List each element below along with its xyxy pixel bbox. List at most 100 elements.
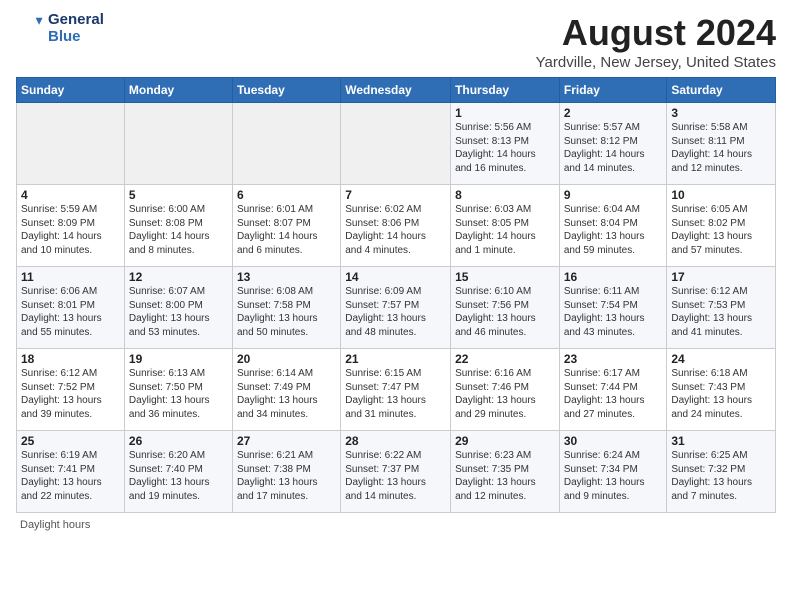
- calendar-cell: 19Sunrise: 6:13 AM Sunset: 7:50 PM Dayli…: [124, 349, 232, 431]
- calendar-cell: 12Sunrise: 6:07 AM Sunset: 8:00 PM Dayli…: [124, 267, 232, 349]
- calendar-cell: 15Sunrise: 6:10 AM Sunset: 7:56 PM Dayli…: [451, 267, 560, 349]
- page-subtitle: Yardville, New Jersey, United States: [536, 54, 776, 71]
- day-number: 29: [455, 434, 555, 448]
- calendar-cell: 27Sunrise: 6:21 AM Sunset: 7:38 PM Dayli…: [232, 431, 340, 513]
- day-number: 25: [21, 434, 120, 448]
- day-info: Sunrise: 6:13 AM Sunset: 7:50 PM Dayligh…: [129, 367, 228, 421]
- day-info: Sunrise: 6:09 AM Sunset: 7:57 PM Dayligh…: [345, 285, 446, 339]
- day-number: 17: [671, 270, 771, 284]
- day-info: Sunrise: 6:15 AM Sunset: 7:47 PM Dayligh…: [345, 367, 446, 421]
- calendar-cell: 10Sunrise: 6:05 AM Sunset: 8:02 PM Dayli…: [667, 185, 776, 267]
- day-info: Sunrise: 6:04 AM Sunset: 8:04 PM Dayligh…: [564, 203, 663, 257]
- calendar-cell: 3Sunrise: 5:58 AM Sunset: 8:11 PM Daylig…: [667, 103, 776, 185]
- day-number: 22: [455, 352, 555, 366]
- day-number: 12: [129, 270, 228, 284]
- calendar-cell: 2Sunrise: 5:57 AM Sunset: 8:12 PM Daylig…: [559, 103, 667, 185]
- day-number: 26: [129, 434, 228, 448]
- calendar-day-header: Monday: [124, 78, 232, 103]
- calendar-table: SundayMondayTuesdayWednesdayThursdayFrid…: [16, 77, 776, 513]
- day-number: 6: [237, 188, 336, 202]
- day-info: Sunrise: 6:06 AM Sunset: 8:01 PM Dayligh…: [21, 285, 120, 339]
- day-number: 24: [671, 352, 771, 366]
- calendar-day-header: Friday: [559, 78, 667, 103]
- day-info: Sunrise: 6:25 AM Sunset: 7:32 PM Dayligh…: [671, 449, 771, 503]
- day-info: Sunrise: 6:03 AM Sunset: 8:05 PM Dayligh…: [455, 203, 555, 257]
- calendar-day-header: Sunday: [17, 78, 125, 103]
- calendar-cell: 28Sunrise: 6:22 AM Sunset: 7:37 PM Dayli…: [341, 431, 451, 513]
- calendar-cell: 26Sunrise: 6:20 AM Sunset: 7:40 PM Dayli…: [124, 431, 232, 513]
- calendar-week-row: 25Sunrise: 6:19 AM Sunset: 7:41 PM Dayli…: [17, 431, 776, 513]
- day-info: Sunrise: 6:18 AM Sunset: 7:43 PM Dayligh…: [671, 367, 771, 421]
- calendar-day-header: Tuesday: [232, 78, 340, 103]
- day-info: Sunrise: 6:02 AM Sunset: 8:06 PM Dayligh…: [345, 203, 446, 257]
- calendar-cell: 11Sunrise: 6:06 AM Sunset: 8:01 PM Dayli…: [17, 267, 125, 349]
- day-info: Sunrise: 6:23 AM Sunset: 7:35 PM Dayligh…: [455, 449, 555, 503]
- calendar-cell: 17Sunrise: 6:12 AM Sunset: 7:53 PM Dayli…: [667, 267, 776, 349]
- day-number: 2: [564, 106, 663, 120]
- day-info: Sunrise: 5:57 AM Sunset: 8:12 PM Dayligh…: [564, 121, 663, 175]
- calendar-cell: 23Sunrise: 6:17 AM Sunset: 7:44 PM Dayli…: [559, 349, 667, 431]
- day-number: 27: [237, 434, 336, 448]
- calendar-cell: 1Sunrise: 5:56 AM Sunset: 8:13 PM Daylig…: [451, 103, 560, 185]
- day-info: Sunrise: 6:12 AM Sunset: 7:53 PM Dayligh…: [671, 285, 771, 339]
- day-number: 9: [564, 188, 663, 202]
- calendar-cell: 20Sunrise: 6:14 AM Sunset: 7:49 PM Dayli…: [232, 349, 340, 431]
- day-number: 14: [345, 270, 446, 284]
- calendar-week-row: 4Sunrise: 5:59 AM Sunset: 8:09 PM Daylig…: [17, 185, 776, 267]
- calendar-cell: 16Sunrise: 6:11 AM Sunset: 7:54 PM Dayli…: [559, 267, 667, 349]
- day-info: Sunrise: 6:10 AM Sunset: 7:56 PM Dayligh…: [455, 285, 555, 339]
- day-number: 19: [129, 352, 228, 366]
- day-info: Sunrise: 6:16 AM Sunset: 7:46 PM Dayligh…: [455, 367, 555, 421]
- calendar-day-header: Wednesday: [341, 78, 451, 103]
- calendar-cell: [124, 103, 232, 185]
- day-number: 28: [345, 434, 446, 448]
- daylight-hours-label: Daylight hours: [20, 519, 90, 531]
- calendar-cell: 31Sunrise: 6:25 AM Sunset: 7:32 PM Dayli…: [667, 431, 776, 513]
- day-info: Sunrise: 5:58 AM Sunset: 8:11 PM Dayligh…: [671, 121, 771, 175]
- calendar-cell: [232, 103, 340, 185]
- calendar-cell: 24Sunrise: 6:18 AM Sunset: 7:43 PM Dayli…: [667, 349, 776, 431]
- day-number: 4: [21, 188, 120, 202]
- day-number: 5: [129, 188, 228, 202]
- day-info: Sunrise: 6:20 AM Sunset: 7:40 PM Dayligh…: [129, 449, 228, 503]
- day-info: Sunrise: 6:14 AM Sunset: 7:49 PM Dayligh…: [237, 367, 336, 421]
- calendar-cell: 29Sunrise: 6:23 AM Sunset: 7:35 PM Dayli…: [451, 431, 560, 513]
- calendar-day-header: Thursday: [451, 78, 560, 103]
- calendar-cell: 7Sunrise: 6:02 AM Sunset: 8:06 PM Daylig…: [341, 185, 451, 267]
- day-number: 18: [21, 352, 120, 366]
- calendar-cell: 8Sunrise: 6:03 AM Sunset: 8:05 PM Daylig…: [451, 185, 560, 267]
- day-number: 11: [21, 270, 120, 284]
- calendar-cell: 18Sunrise: 6:12 AM Sunset: 7:52 PM Dayli…: [17, 349, 125, 431]
- day-info: Sunrise: 6:01 AM Sunset: 8:07 PM Dayligh…: [237, 203, 336, 257]
- day-info: Sunrise: 5:59 AM Sunset: 8:09 PM Dayligh…: [21, 203, 120, 257]
- logo: General Blue: [16, 12, 104, 45]
- day-info: Sunrise: 6:22 AM Sunset: 7:37 PM Dayligh…: [345, 449, 446, 503]
- day-number: 21: [345, 352, 446, 366]
- calendar-cell: 25Sunrise: 6:19 AM Sunset: 7:41 PM Dayli…: [17, 431, 125, 513]
- logo-text-general: General: [48, 12, 104, 29]
- calendar-cell: 22Sunrise: 6:16 AM Sunset: 7:46 PM Dayli…: [451, 349, 560, 431]
- day-info: Sunrise: 6:17 AM Sunset: 7:44 PM Dayligh…: [564, 367, 663, 421]
- day-info: Sunrise: 5:56 AM Sunset: 8:13 PM Dayligh…: [455, 121, 555, 175]
- calendar-cell: 9Sunrise: 6:04 AM Sunset: 8:04 PM Daylig…: [559, 185, 667, 267]
- page-title: August 2024: [536, 12, 776, 54]
- page-header: General Blue August 2024 Yardville, New …: [16, 12, 776, 71]
- day-number: 13: [237, 270, 336, 284]
- day-info: Sunrise: 6:21 AM Sunset: 7:38 PM Dayligh…: [237, 449, 336, 503]
- calendar-week-row: 18Sunrise: 6:12 AM Sunset: 7:52 PM Dayli…: [17, 349, 776, 431]
- calendar-cell: 13Sunrise: 6:08 AM Sunset: 7:58 PM Dayli…: [232, 267, 340, 349]
- footer: Daylight hours: [16, 519, 776, 531]
- day-info: Sunrise: 6:07 AM Sunset: 8:00 PM Dayligh…: [129, 285, 228, 339]
- logo-icon: [16, 15, 44, 43]
- calendar-cell: 30Sunrise: 6:24 AM Sunset: 7:34 PM Dayli…: [559, 431, 667, 513]
- day-number: 1: [455, 106, 555, 120]
- calendar-week-row: 1Sunrise: 5:56 AM Sunset: 8:13 PM Daylig…: [17, 103, 776, 185]
- calendar-day-header: Saturday: [667, 78, 776, 103]
- day-number: 31: [671, 434, 771, 448]
- calendar-cell: 5Sunrise: 6:00 AM Sunset: 8:08 PM Daylig…: [124, 185, 232, 267]
- calendar-cell: 21Sunrise: 6:15 AM Sunset: 7:47 PM Dayli…: [341, 349, 451, 431]
- day-number: 3: [671, 106, 771, 120]
- day-info: Sunrise: 6:24 AM Sunset: 7:34 PM Dayligh…: [564, 449, 663, 503]
- day-info: Sunrise: 6:11 AM Sunset: 7:54 PM Dayligh…: [564, 285, 663, 339]
- calendar-cell: 4Sunrise: 5:59 AM Sunset: 8:09 PM Daylig…: [17, 185, 125, 267]
